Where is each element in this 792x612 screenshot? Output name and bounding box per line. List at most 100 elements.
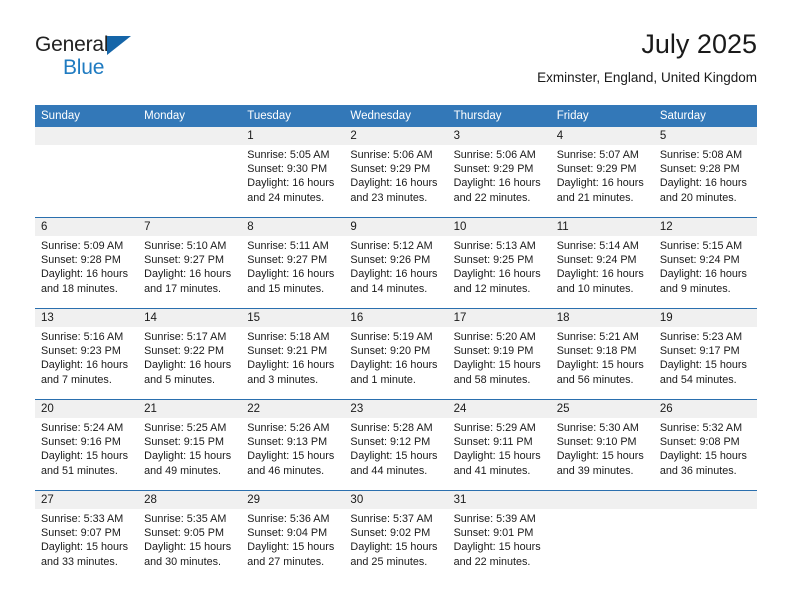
daylight-text-line1: Daylight: 16 hours: [247, 177, 335, 190]
calendar-day-cell[interactable]: 19 Sunrise: 5:23 AM Sunset: 9:17 PM Dayligh…: [653, 308, 757, 400]
calendar-day-cell[interactable]: 25 Sunrise: 5:30 AM Sunset: 9:10 PM Dayligh…: [550, 399, 654, 491]
daylight-text-line1: Daylight: 15 hours: [350, 450, 438, 463]
sunset-text: Sunset: 9:25 PM: [453, 254, 534, 267]
daylight-text-line1: Daylight: 15 hours: [453, 450, 541, 463]
sunrise-text: Sunrise: 5:07 AM: [556, 149, 639, 161]
day-number: [653, 491, 757, 509]
daylight-text-line2: and 36 minutes.: [659, 464, 737, 477]
day-number: 31: [447, 491, 551, 509]
calendar-day-cell[interactable]: 14 Sunrise: 5:17 AM Sunset: 9:22 PM Dayligh…: [138, 308, 242, 400]
day-details: Sunrise: 5:11 AM Sunset: 9:27 PM Daylight:…: [241, 236, 344, 296]
calendar-day-cell[interactable]: 23 Sunrise: 5:28 AM Sunset: 9:12 PM Dayligh…: [344, 399, 448, 491]
calendar-day-cell[interactable]: 26 Sunrise: 5:32 AM Sunset: 9:08 PM Dayligh…: [653, 399, 757, 491]
calendar-day-cell[interactable]: 3 Sunrise: 5:06 AM Sunset: 9:29 PM Daylight…: [447, 127, 551, 218]
calendar-day-cell[interactable]: 10 Sunrise: 5:13 AM Sunset: 9:25 PM Dayligh…: [447, 217, 551, 309]
day-details: Sunrise: 5:17 AM Sunset: 9:22 PM Daylight:…: [138, 327, 241, 387]
calendar-day-cell[interactable]: 31 Sunrise: 5:39 AM Sunset: 9:01 PM Dayligh…: [447, 490, 551, 581]
day-box: 6 Sunrise: 5:09 AM Sunset: 9:28 PM Daylight…: [35, 218, 139, 308]
sunset-text: Sunset: 9:21 PM: [247, 345, 328, 358]
day-box: 30 Sunrise: 5:37 AM Sunset: 9:02 PM Dayligh…: [344, 491, 448, 581]
calendar-day-cell[interactable]: 4 Sunrise: 5:07 AM Sunset: 9:29 PM Daylight…: [550, 127, 654, 218]
sunrise-text: Sunrise: 5:33 AM: [41, 513, 124, 525]
day-box: 3 Sunrise: 5:06 AM Sunset: 9:29 PM Daylight…: [447, 127, 551, 217]
day-box: 9 Sunrise: 5:12 AM Sunset: 9:26 PM Daylight…: [344, 218, 448, 308]
calendar-day-cell[interactable]: 29 Sunrise: 5:36 AM Sunset: 9:04 PM Dayligh…: [241, 490, 345, 581]
day-box: [35, 127, 139, 217]
calendar-day-cell[interactable]: 28 Sunrise: 5:35 AM Sunset: 9:05 PM Dayligh…: [138, 490, 242, 581]
calendar-day-cell[interactable]: 1 Sunrise: 5:05 AM Sunset: 9:30 PM Daylight…: [241, 127, 345, 218]
calendar-day-cell[interactable]: 20 Sunrise: 5:24 AM Sunset: 9:16 PM Dayligh…: [35, 399, 139, 491]
day-details: Sunrise: 5:21 AM Sunset: 9:18 PM Daylight:…: [551, 327, 654, 387]
sunset-text: Sunset: 9:24 PM: [659, 254, 740, 267]
calendar-day-cell[interactable]: 24 Sunrise: 5:29 AM Sunset: 9:11 PM Dayligh…: [447, 399, 551, 491]
daylight-text-line1: Daylight: 15 hours: [41, 541, 129, 554]
sunset-text: Sunset: 9:30 PM: [247, 163, 328, 176]
day-number: 5: [653, 127, 757, 145]
sunset-text: Sunset: 9:28 PM: [659, 163, 740, 176]
sunset-text: Sunset: 9:12 PM: [350, 436, 431, 449]
sunset-text: Sunset: 9:23 PM: [41, 345, 121, 358]
daylight-text-line1: Daylight: 16 hours: [247, 359, 335, 372]
sunset-text: Sunset: 9:27 PM: [144, 254, 224, 267]
sunset-text: Sunset: 9:15 PM: [144, 436, 224, 449]
sunrise-text: Sunrise: 5:06 AM: [350, 149, 433, 161]
calendar-day-cell[interactable]: 15 Sunrise: 5:18 AM Sunset: 9:21 PM Dayligh…: [241, 308, 345, 400]
daylight-text-line2: and 24 minutes.: [247, 191, 325, 204]
calendar-day-cell[interactable]: 27 Sunrise: 5:33 AM Sunset: 9:07 PM Dayligh…: [35, 490, 139, 581]
day-box: 25 Sunrise: 5:30 AM Sunset: 9:10 PM Dayligh…: [550, 400, 654, 490]
day-number: 29: [241, 491, 345, 509]
calendar-day-cell[interactable]: 8 Sunrise: 5:11 AM Sunset: 9:27 PM Daylight…: [241, 217, 345, 309]
daylight-text-line1: Daylight: 16 hours: [350, 177, 438, 190]
calendar-day-cell[interactable]: 5 Sunrise: 5:08 AM Sunset: 9:28 PM Daylight…: [653, 127, 757, 218]
day-number: 4: [550, 127, 654, 145]
day-number: 10: [447, 218, 551, 236]
day-details: Sunrise: 5:10 AM Sunset: 9:27 PM Daylight:…: [138, 236, 241, 296]
daylight-text-line2: and 46 minutes.: [247, 464, 325, 477]
calendar-day-cell-empty: [653, 490, 757, 581]
day-details: Sunrise: 5:23 AM Sunset: 9:17 PM Daylight:…: [654, 327, 757, 387]
calendar-day-cell[interactable]: 22 Sunrise: 5:26 AM Sunset: 9:13 PM Dayligh…: [241, 399, 345, 491]
calendar-day-cell[interactable]: 11 Sunrise: 5:14 AM Sunset: 9:24 PM Dayligh…: [550, 217, 654, 309]
sunrise-text: Sunrise: 5:21 AM: [556, 331, 639, 343]
daylight-text-line1: Daylight: 15 hours: [247, 541, 335, 554]
calendar-day-cell[interactable]: 13 Sunrise: 5:16 AM Sunset: 9:23 PM Dayligh…: [35, 308, 139, 400]
daylight-text-line1: Daylight: 15 hours: [556, 450, 644, 463]
calendar-day-cell[interactable]: 12 Sunrise: 5:15 AM Sunset: 9:24 PM Dayligh…: [653, 217, 757, 309]
daylight-text-line2: and 27 minutes.: [247, 555, 325, 568]
daylight-text-line2: and 23 minutes.: [350, 191, 428, 204]
calendar-day-cell[interactable]: 16 Sunrise: 5:19 AM Sunset: 9:20 PM Dayligh…: [344, 308, 448, 400]
day-box: 8 Sunrise: 5:11 AM Sunset: 9:27 PM Daylight…: [241, 218, 345, 308]
sunrise-text: Sunrise: 5:10 AM: [144, 240, 227, 252]
calendar-day-cell[interactable]: 30 Sunrise: 5:37 AM Sunset: 9:02 PM Dayligh…: [344, 490, 448, 581]
weekday-friday: Friday: [550, 105, 654, 127]
calendar-day-cell[interactable]: 18 Sunrise: 5:21 AM Sunset: 9:18 PM Dayligh…: [550, 308, 654, 400]
day-box: 24 Sunrise: 5:29 AM Sunset: 9:11 PM Dayligh…: [447, 400, 551, 490]
calendar-day-cell[interactable]: 2 Sunrise: 5:06 AM Sunset: 9:29 PM Daylight…: [344, 127, 448, 218]
sunset-text: Sunset: 9:27 PM: [247, 254, 328, 267]
day-number: 19: [653, 309, 757, 327]
day-details: Sunrise: 5:06 AM Sunset: 9:29 PM Daylight:…: [448, 145, 551, 205]
daylight-text-line2: and 14 minutes.: [350, 282, 428, 295]
calendar-day-cell[interactable]: 9 Sunrise: 5:12 AM Sunset: 9:26 PM Daylight…: [344, 217, 448, 309]
day-number: 13: [35, 309, 139, 327]
day-box: 19 Sunrise: 5:23 AM Sunset: 9:17 PM Dayligh…: [653, 309, 757, 399]
day-number: 23: [344, 400, 448, 418]
day-details: Sunrise: 5:07 AM Sunset: 9:29 PM Daylight:…: [551, 145, 654, 205]
weekday-header: Sunday Monday Tuesday Wednesday Thursday…: [35, 105, 757, 127]
day-number: 1: [241, 127, 345, 145]
day-number: 14: [138, 309, 242, 327]
sunrise-text: Sunrise: 5:26 AM: [247, 422, 330, 434]
calendar-day-cell[interactable]: 6 Sunrise: 5:09 AM Sunset: 9:28 PM Daylight…: [35, 217, 139, 309]
day-details: Sunrise: 5:05 AM Sunset: 9:30 PM Daylight:…: [241, 145, 344, 205]
day-box: [653, 491, 757, 581]
calendar-day-cell[interactable]: 17 Sunrise: 5:20 AM Sunset: 9:19 PM Dayligh…: [447, 308, 551, 400]
calendar-day-cell[interactable]: 7 Sunrise: 5:10 AM Sunset: 9:27 PM Daylight…: [138, 217, 242, 309]
daylight-text-line2: and 3 minutes.: [247, 373, 319, 386]
calendar-header-row: Sunday Monday Tuesday Wednesday Thursday…: [35, 105, 757, 127]
calendar-day-cell[interactable]: 21 Sunrise: 5:25 AM Sunset: 9:15 PM Dayligh…: [138, 399, 242, 491]
daylight-text-line2: and 39 minutes.: [556, 464, 634, 477]
calendar-week-row: 27 Sunrise: 5:33 AM Sunset: 9:07 PM Dayligh…: [35, 490, 757, 581]
day-box: 12 Sunrise: 5:15 AM Sunset: 9:24 PM Dayligh…: [653, 218, 757, 308]
sunrise-text: Sunrise: 5:17 AM: [144, 331, 227, 343]
day-details: Sunrise: 5:13 AM Sunset: 9:25 PM Daylight:…: [448, 236, 551, 296]
